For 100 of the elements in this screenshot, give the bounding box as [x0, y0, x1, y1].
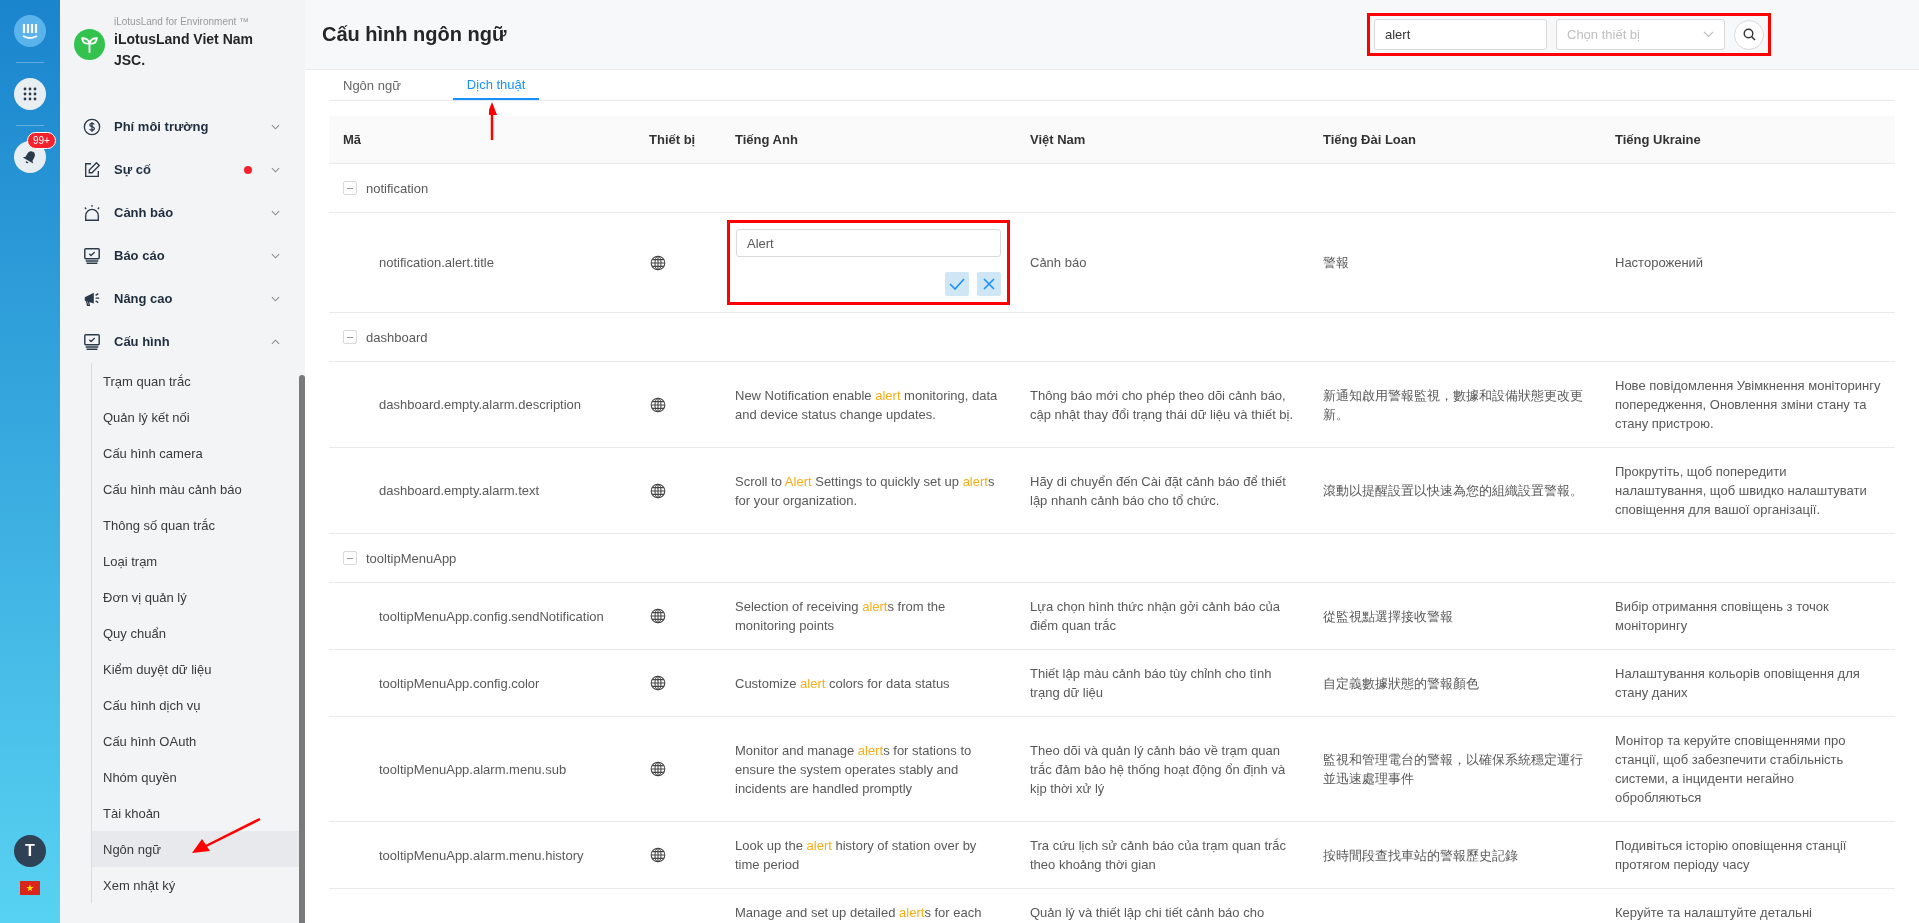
globe-icon — [650, 675, 666, 691]
submenu-item[interactable]: Xem nhật ký — [92, 867, 300, 903]
chinese-text: 從監視點選擇接收警報 — [1323, 607, 1453, 626]
submenu-item[interactable]: Quản lý kết nối — [92, 399, 300, 435]
ukrainian-text: Подивіться історію оповіщення станції протягом періоду часу — [1615, 837, 1848, 874]
menu-item[interactable]: Báo cáo — [60, 234, 300, 277]
english-text: New Notification enable alert monitoring, data and device status change updates. — [735, 386, 999, 424]
menu-item[interactable]: Phí môi trường — [60, 105, 300, 148]
tab[interactable]: Ngôn ngữ — [329, 70, 445, 100]
collapse-toggle[interactable] — [343, 181, 357, 195]
submenu-item[interactable]: Cấu hình OAuth — [92, 723, 300, 759]
submenu-item[interactable]: Cấu hình dịch vụ — [92, 687, 300, 723]
chinese-text: 警報 — [1323, 254, 1349, 272]
column-header: Tiếng Anh — [735, 132, 798, 147]
english-text: Scroll to Alert Settings to quickly set up alerts for your organization. — [735, 472, 996, 510]
chinese-text: 新通知啟用警報監視，數據和設備狀態更改更新。 — [1323, 386, 1584, 424]
caret-icon — [1703, 31, 1714, 38]
submenu-item[interactable]: Quy chuẩn — [92, 615, 300, 651]
user-avatar[interactable]: T — [14, 835, 46, 867]
monitor-check-icon — [83, 246, 101, 265]
flag-icon[interactable] — [20, 881, 40, 895]
english-text: Customize alert colors for data status — [735, 674, 950, 693]
app-logo[interactable] — [14, 15, 46, 47]
key-text: dashboard.empty.alarm.text — [379, 482, 540, 500]
scrollbar[interactable] — [299, 375, 305, 923]
column-header: Việt Nam — [1030, 132, 1086, 147]
key-text: dashboard.empty.alarm.description — [379, 396, 582, 414]
globe-icon — [650, 482, 666, 499]
submenu-item[interactable]: Cấu hình camera — [92, 435, 300, 471]
key-text: tooltipMenuApp.alarm.menu.sub — [379, 760, 567, 779]
collapse-toggle[interactable] — [343, 551, 357, 565]
globe-icon — [650, 608, 666, 624]
search-button[interactable] — [1734, 19, 1764, 50]
menu-item[interactable]: Nâng cao — [60, 277, 300, 320]
vietnamese-text: Quản lý và thiết lập chi tiết cảnh báo cho — [1030, 904, 1265, 922]
check-icon — [949, 278, 965, 290]
apps-grid-button[interactable] — [14, 78, 46, 110]
menu-item[interactable]: Cảnh báo — [60, 191, 300, 234]
group-name: tooltipMenuApp — [366, 550, 457, 566]
key-text: tooltipMenuApp.config.color — [379, 674, 540, 693]
english-text: Selection of receiving alerts from the monitoring points — [735, 598, 947, 635]
globe-icon — [650, 254, 666, 271]
brand-tagline: iLotusLand for Environment ™ — [114, 15, 251, 29]
submenu-item[interactable]: Thông số quan trắc — [92, 507, 300, 543]
submenu-item[interactable]: Nhóm quyền — [92, 759, 300, 795]
globe-icon — [650, 396, 666, 413]
close-icon — [983, 278, 995, 290]
dollar-icon — [83, 117, 101, 136]
vietnamese-text: Theo dõi và quản lý cảnh báo về trạm quan trắc đảm bảo hệ thống hoạt động ổn định và kịp thời xử lý — [1030, 741, 1287, 798]
submenu-item[interactable]: Tài khoản — [92, 795, 300, 831]
vietnamese-text: Cảnh báo — [1030, 254, 1087, 272]
edit-icon — [83, 160, 101, 179]
ukrainian-text: Прокрутіть, щоб попередити налаштування, щоб швидко налаштувати сповіщення для вашої організації. — [1615, 463, 1868, 519]
ukrainian-text: Насторожений — [1615, 254, 1704, 272]
bell-icon — [22, 149, 38, 165]
collapse-toggle[interactable] — [343, 330, 357, 344]
chinese-text: 滾動以提醒設置以快速為您的組織設置警報。 — [1323, 482, 1583, 500]
vietnamese-text: Thông báo mới cho phép theo dõi cảnh báo, cập nhật thay đổi trạng thái dữ liệu và thiết bị. — [1030, 386, 1295, 424]
search-field[interactable]: alert — [1374, 19, 1547, 50]
vietnamese-text: Lựa chọn hình thức nhận gởi cảnh báo của điểm quan trắc — [1030, 598, 1281, 635]
grid-icon — [23, 87, 37, 101]
ukrainian-text: Вибір отримання сповіщень з точок моніторингу — [1615, 598, 1830, 635]
submenu-item[interactable]: Cấu hình màu cảnh báo — [92, 471, 300, 507]
key-text: notification.alert.title — [379, 254, 494, 272]
column-header: Tiếng Đài Loan — [1323, 132, 1416, 147]
submenu-item[interactable]: Đơn vị quản lý — [92, 579, 300, 615]
chinese-text: 自定義數據狀態的警報顏色 — [1323, 674, 1479, 693]
submenu-item[interactable]: Loại trạm — [92, 543, 300, 579]
ukrainian-text: Керуйте та налаштуйте детальні — [1615, 904, 1812, 922]
chinese-text: 按時間段查找車站的警報歷史記錄 — [1323, 846, 1518, 865]
column-header: Thiết bị — [649, 132, 696, 147]
english-text: Manage and set up detailed alerts for each — [735, 904, 982, 922]
ukrainian-text: Монітор та керуйте сповіщеннями про станції, щоб забезпечити стабільність системи, а інциденти негайно обробляються — [1615, 732, 1847, 807]
submenu-item[interactable]: Ngôn ngữ — [92, 831, 300, 867]
menu-item[interactable]: Cấu hình — [60, 320, 300, 363]
globe-icon — [650, 761, 666, 777]
monitor-check-icon — [83, 332, 101, 351]
confirm-button[interactable] — [945, 272, 969, 296]
column-header: Tiếng Ukraine — [1615, 132, 1701, 147]
key-text: tooltipMenuApp.config.sendNotification — [379, 607, 604, 626]
group-name: notification — [366, 180, 429, 196]
globe-icon — [650, 847, 666, 863]
notification-badge: 99+ — [27, 132, 56, 149]
group-name: dashboard — [366, 329, 428, 345]
submenu-item[interactable]: Trạm quan trắc — [92, 363, 300, 399]
chinese-text: 監視和管理電台的警報，以確保系統穩定運行並迅速處理事件 — [1323, 751, 1584, 788]
vietnamese-text: Thiết lập màu cảnh báo tùy chỉnh cho tình trạng dữ liệu — [1030, 665, 1273, 702]
page-title: Cấu hình ngôn ngữ — [322, 23, 507, 46]
key-text: tooltipMenuApp.alarm.menu.history — [379, 846, 584, 865]
alarm-light-icon — [83, 203, 101, 222]
column-header: Mã — [343, 132, 362, 147]
leaf-logo-icon — [74, 29, 105, 60]
english-text: Monitor and manage alerts for stations to ensure the system operates stably and incidents are handled promptly — [735, 741, 973, 798]
close-button[interactable] — [977, 272, 1001, 296]
translation-input[interactable]: Alert — [736, 229, 1001, 257]
company-name: iLotusLand Viet Nam JSC. — [114, 30, 254, 70]
menu-item[interactable]: Sự cố — [60, 148, 300, 191]
vietnamese-text: Tra cứu lịch sử cảnh báo của trạm quan trắc theo khoảng thời gian — [1030, 837, 1288, 874]
submenu-item[interactable]: Kiểm duyệt dữ liệu — [92, 651, 300, 687]
vietnamese-text: Hãy di chuyển đến Cài đặt cảnh báo để thiết lập nhanh cảnh báo cho tổ chức. — [1030, 472, 1287, 510]
